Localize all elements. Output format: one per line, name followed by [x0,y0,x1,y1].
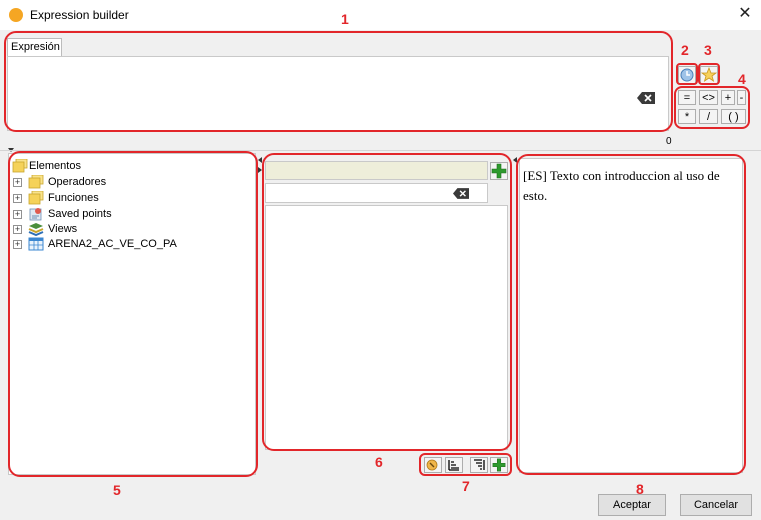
annotation-box-4 [674,86,750,129]
annotation-box-7 [419,453,512,476]
annotation-box-5 [8,151,258,477]
accept-button[interactable]: Aceptar [598,494,666,516]
annotation-5: 5 [113,482,121,498]
close-icon[interactable]: ✕ [734,4,756,24]
annotation-box-2 [676,63,698,85]
window-title: Expression builder [30,8,129,22]
annotation-6: 6 [375,454,383,470]
app-logo-icon [9,8,23,22]
annotation-4: 4 [738,71,746,87]
annotation-7: 7 [462,478,470,494]
annotation-box-3 [698,63,720,85]
annotation-box-1 [4,31,673,132]
annotation-3: 3 [704,42,712,58]
annotation-box-8 [516,154,746,475]
annotation-2: 2 [681,42,689,58]
annotation-1: 1 [341,11,349,27]
char-count: 0 [666,136,672,147]
cancel-button[interactable]: Cancelar [680,494,752,516]
annotation-box-6 [262,153,512,451]
